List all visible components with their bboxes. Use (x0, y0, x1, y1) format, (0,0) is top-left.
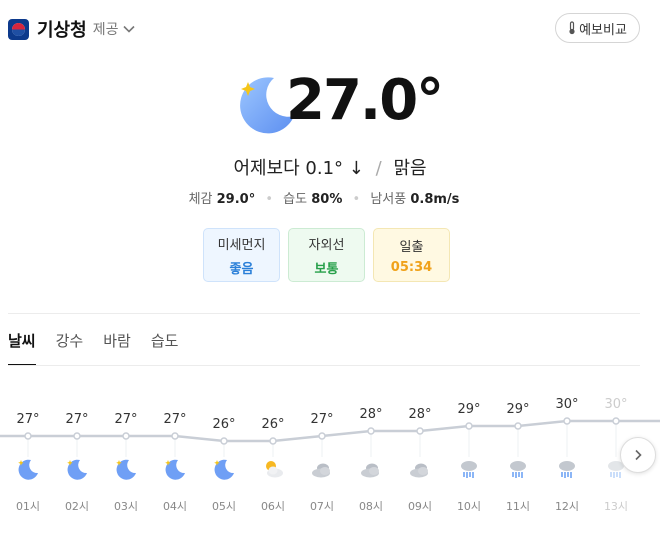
hourly-forecast[interactable]: 27° 01시 27° 02시 27° 03시 27° 04시 26° 05시 26° 06시 27° 0… (0, 395, 660, 525)
hourly-item: 28° 08시 (347, 395, 395, 525)
next-hours-button[interactable] (620, 437, 656, 473)
hourly-temp: 27° (163, 412, 187, 427)
hourly-time: 01시 (15, 500, 41, 513)
hourly-item: 26° 06시 (249, 395, 297, 525)
cloudy-icon (359, 457, 383, 481)
humidity-value: 80% (311, 192, 343, 207)
feels-like-value: 29.0° (216, 192, 256, 207)
hourly-item: 30° 12시 (543, 395, 591, 525)
forecast-compare-label: 예보비교 (579, 22, 627, 38)
uv-value: 보통 (314, 261, 339, 277)
forecast-compare-button[interactable]: 예보비교 (555, 13, 640, 43)
summary-badges: 미세먼지 좋음 자외선 보통 일출 05:34 (203, 228, 450, 282)
divider (8, 313, 640, 314)
hourly-temp: 27° (16, 412, 40, 427)
provider-header[interactable]: 기상청 제공 (8, 14, 136, 44)
hourly-time: 10시 (456, 500, 482, 513)
hourly-time: 04시 (162, 500, 188, 513)
divider (8, 365, 640, 366)
fine-dust-badge[interactable]: 미세먼지 좋음 (203, 228, 280, 282)
hourly-temp: 28° (408, 407, 432, 422)
hourly-item: 27° 03시 (102, 395, 150, 525)
hourly-item: 29° 10시 (445, 395, 493, 525)
hourly-time: 06시 (260, 500, 286, 513)
provided-label: 제공 (92, 22, 119, 38)
hourly-item: 29° 11시 (494, 395, 542, 525)
hourly-temp: 30° (604, 397, 628, 412)
weather-condition: 맑음 (393, 158, 427, 179)
cloudy-icon (408, 457, 432, 481)
hourly-item: 27° 02시 (53, 395, 101, 525)
rain-icon (555, 457, 579, 481)
fine-dust-value: 좋음 (229, 261, 254, 277)
chevron-right-icon (632, 446, 644, 465)
hourly-time: 07시 (309, 500, 335, 513)
uv-label: 자외선 (308, 237, 345, 253)
hourly-temp: 26° (212, 417, 236, 432)
sunrise-value: 05:34 (390, 259, 433, 275)
hourly-time: 05시 (211, 500, 237, 513)
tab-precipitation[interactable]: 강수 (56, 330, 84, 366)
hourly-temp: 27° (65, 412, 89, 427)
tab-weather[interactable]: 날씨 (8, 330, 36, 366)
sunrise-label: 일출 (399, 239, 424, 255)
down-arrow-icon: ↓ (348, 158, 364, 179)
moon-icon (114, 457, 138, 481)
hourly-time: 09시 (407, 500, 433, 513)
hourly-item: 27° 04시 (151, 395, 199, 525)
fine-dust-label: 미세먼지 (217, 237, 266, 253)
hourly-time: 11시 (505, 500, 531, 513)
sunrise-badge[interactable]: 일출 05:34 (373, 228, 450, 282)
hourly-time: 08시 (358, 500, 384, 513)
chevron-down-icon[interactable] (122, 22, 136, 36)
hourly-temp: 28° (359, 407, 383, 422)
thermometer-icon (568, 21, 576, 35)
tab-humidity[interactable]: 습도 (151, 330, 179, 366)
hourly-item: 27° 07시 (298, 395, 346, 525)
kma-logo-icon (8, 18, 29, 40)
provider-name: 기상청 (37, 20, 87, 41)
humidity-label: 습도 (283, 192, 308, 207)
hourly-item: 27° 01시 (4, 395, 52, 525)
hourly-time: 12시 (554, 500, 580, 513)
current-weather: 27.0° (230, 68, 444, 140)
moon-icon (212, 457, 236, 481)
compare-prefix: 어제보다 (233, 158, 300, 179)
moon-icon (163, 457, 187, 481)
hourly-temp: 27° (114, 412, 138, 427)
hourly-item: 26° 05시 (200, 395, 248, 525)
wind-label: 남서풍 (370, 192, 407, 207)
hourly-time: 13시 (603, 500, 629, 513)
rain-icon (506, 457, 530, 481)
hourly-temp: 26° (261, 417, 285, 432)
weather-details: 체감 29.0° • 습도 80% • 남서풍 0.8m/s (188, 192, 460, 207)
moon-icon (16, 457, 40, 481)
forecast-tabs: 날씨 강수 바람 습도 (8, 330, 198, 366)
rain-icon (457, 457, 481, 481)
hourly-temp: 29° (506, 402, 530, 417)
uv-badge[interactable]: 자외선 보통 (288, 228, 365, 282)
hourly-temp: 27° (310, 412, 334, 427)
partly-cloudy-sun-icon (261, 457, 285, 481)
compare-value: 0.1° (305, 158, 344, 179)
hourly-time: 02시 (64, 500, 90, 513)
cloudy-icon (310, 457, 334, 481)
tab-wind[interactable]: 바람 (103, 330, 131, 366)
yesterday-compare: 어제보다 0.1° ↓ / 맑음 (233, 158, 427, 179)
current-temperature: 27.0° (286, 68, 444, 133)
feels-like-label: 체감 (188, 192, 213, 207)
hourly-temp: 30° (555, 397, 579, 412)
hourly-item: 28° 09시 (396, 395, 444, 525)
hourly-time: 03시 (113, 500, 139, 513)
moon-icon (65, 457, 89, 481)
hourly-temp: 29° (457, 402, 481, 417)
wind-value: 0.8m/s (410, 192, 460, 207)
